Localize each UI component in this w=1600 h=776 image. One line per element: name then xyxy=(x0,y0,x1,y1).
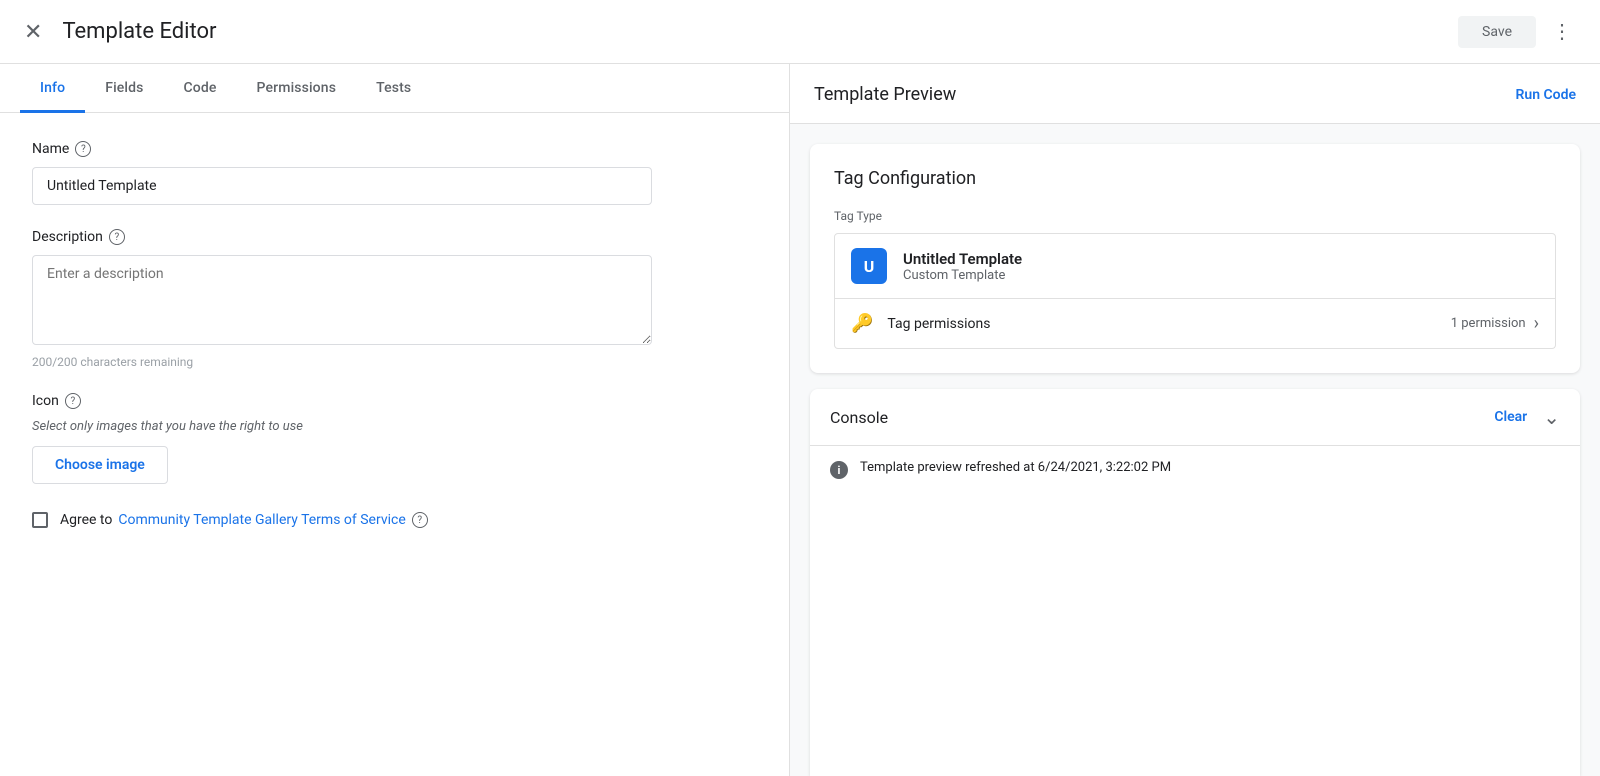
tos-help-icon[interactable]: ? xyxy=(412,512,428,528)
tag-type-row: U Untitled Template Custom Template xyxy=(834,233,1556,299)
tab-fields[interactable]: Fields xyxy=(85,64,163,113)
char-count: 200/200 characters remaining xyxy=(32,355,757,369)
tag-permissions-right: 1 permission › xyxy=(1451,313,1539,334)
tos-label: Agree to Community Template Gallery Term… xyxy=(60,512,428,528)
right-header: Template Preview Run Code xyxy=(790,64,1600,124)
tos-link[interactable]: Community Template Gallery Terms of Serv… xyxy=(118,512,405,528)
tab-code[interactable]: Code xyxy=(164,64,237,113)
header-right: Save ⋮ xyxy=(1458,15,1580,48)
console-section: Console Clear ⌄ i Template preview refre… xyxy=(810,389,1580,776)
tag-info: Untitled Template Custom Template xyxy=(903,250,1022,283)
tabs-bar: Info Fields Code Permissions Tests xyxy=(0,64,789,113)
key-icon: 🔑 xyxy=(851,313,873,334)
header: ✕ Template Editor Save ⋮ xyxy=(0,0,1600,64)
choose-image-button[interactable]: Choose image xyxy=(32,446,168,484)
description-help-icon[interactable]: ? xyxy=(109,229,125,245)
clear-button[interactable]: Clear xyxy=(1494,409,1527,425)
tag-subtitle: Custom Template xyxy=(903,268,1022,283)
info-circle-icon: i xyxy=(830,461,848,479)
left-panel: Info Fields Code Permissions Tests Name … xyxy=(0,64,790,776)
more-options-button[interactable]: ⋮ xyxy=(1544,15,1580,48)
right-panel: Template Preview Run Code Tag Configurat… xyxy=(790,64,1600,776)
tab-tests[interactable]: Tests xyxy=(356,64,431,113)
template-preview-title: Template Preview xyxy=(814,84,956,105)
tag-config-title: Tag Configuration xyxy=(834,168,1556,189)
tag-permissions-left: 🔑 Tag permissions xyxy=(851,313,990,334)
tos-checkbox[interactable] xyxy=(32,512,48,528)
console-header: Console Clear ⌄ xyxy=(810,389,1580,446)
tag-permissions-row[interactable]: 🔑 Tag permissions 1 permission › xyxy=(834,299,1556,349)
tag-icon: U xyxy=(851,248,887,284)
description-textarea[interactable] xyxy=(32,255,652,345)
close-button[interactable]: ✕ xyxy=(20,17,46,47)
icon-label: Icon ? xyxy=(32,393,757,409)
icon-hint: Select only images that you have the rig… xyxy=(32,419,757,434)
page-title: Template Editor xyxy=(62,19,216,44)
main-container: Info Fields Code Permissions Tests Name … xyxy=(0,64,1600,776)
description-label: Description ? xyxy=(32,229,757,245)
console-title: Console xyxy=(830,408,888,427)
tag-permissions-label: Tag permissions xyxy=(887,316,990,332)
console-actions: Clear ⌄ xyxy=(1494,405,1560,429)
info-content: Name ? Description ? 200/200 characters … xyxy=(0,113,789,776)
more-icon: ⋮ xyxy=(1552,21,1572,43)
tab-permissions[interactable]: Permissions xyxy=(237,64,357,113)
collapse-icon[interactable]: ⌄ xyxy=(1543,405,1560,429)
tab-info[interactable]: Info xyxy=(20,64,85,113)
run-code-button[interactable]: Run Code xyxy=(1516,87,1577,103)
header-left: ✕ Template Editor xyxy=(20,17,217,47)
console-message: Template preview refreshed at 6/24/2021,… xyxy=(860,460,1171,475)
permissions-count: 1 permission xyxy=(1451,316,1526,331)
name-input[interactable] xyxy=(32,167,652,205)
name-label: Name ? xyxy=(32,141,757,157)
tag-config-card: Tag Configuration Tag Type U Untitled Te… xyxy=(810,144,1580,373)
tag-name: Untitled Template xyxy=(903,250,1022,268)
console-log: i Template preview refreshed at 6/24/202… xyxy=(810,446,1580,493)
chevron-right-icon: › xyxy=(1534,313,1539,334)
save-button[interactable]: Save xyxy=(1458,16,1536,48)
tos-row: Agree to Community Template Gallery Term… xyxy=(32,512,757,528)
tag-type-label: Tag Type xyxy=(834,209,1556,223)
icon-help-icon[interactable]: ? xyxy=(65,393,81,409)
close-icon: ✕ xyxy=(24,19,42,44)
name-help-icon[interactable]: ? xyxy=(75,141,91,157)
